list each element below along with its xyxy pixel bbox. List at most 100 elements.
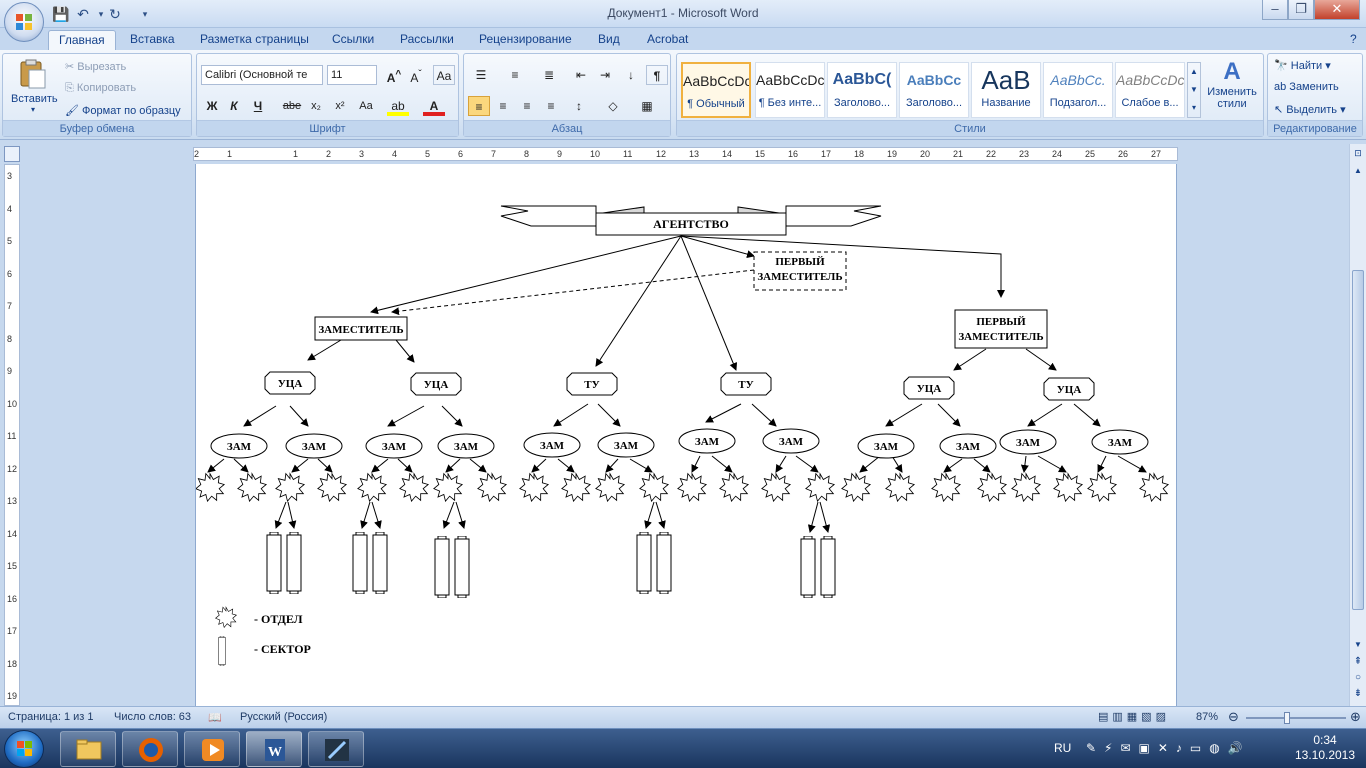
zoom-in-icon[interactable]: ⊕: [1350, 709, 1361, 725]
scroll-thumb[interactable]: [1352, 270, 1364, 610]
horizontal-ruler[interactable]: 2 1 1 2 3 4 5 6 7 8 9 10 11 12 13 14 15 16 17 18 19 20 21 22 23 2…: [193, 147, 1178, 161]
connector-lines: [207, 235, 1147, 533]
grow-font-icon[interactable]: A^: [383, 65, 405, 85]
font-size-input[interactable]: 11: [327, 65, 377, 85]
browse-object-icon[interactable]: ○: [1351, 672, 1365, 686]
highlight-icon[interactable]: ab: [387, 96, 409, 116]
style-normal[interactable]: AaBbCcDc ¶ Обычный: [681, 62, 751, 118]
zoom-out-icon[interactable]: ⊖: [1228, 709, 1239, 725]
language-status[interactable]: Русский (Россия): [240, 711, 327, 723]
ribbon-tabs: Главная Вставка Разметка страницы Ссылки…: [0, 28, 1366, 50]
drawing-app[interactable]: [308, 731, 364, 767]
copy-icon: ⎘: [65, 82, 77, 94]
word-count[interactable]: Число слов: 63: [114, 711, 191, 723]
multilevel-list-icon[interactable]: ≣: [538, 65, 560, 85]
zoom-level[interactable]: 87%: [1196, 711, 1218, 723]
minimize-button[interactable]: –: [1262, 0, 1288, 20]
show-marks-button[interactable]: ¶: [646, 65, 668, 85]
bold-button[interactable]: Ж: [201, 96, 223, 116]
document-page[interactable]: АГЕНТСТВО ПЕРВЫЙ ЗАМЕСТИТЕЛЬ ЗАМЕСТИТЕЛЬ…: [195, 164, 1177, 706]
underline-button[interactable]: Ч: [247, 96, 269, 116]
cursor-icon: ↖: [1274, 104, 1287, 116]
style-heading-2[interactable]: AaBbCc Заголово...: [899, 62, 969, 118]
tab-review[interactable]: Рецензирование: [469, 30, 582, 50]
clear-formatting-icon[interactable]: Aa: [433, 65, 455, 85]
tab-page-layout[interactable]: Разметка страницы: [190, 30, 319, 50]
replace-button[interactable]: ab Заменить: [1274, 81, 1339, 93]
clock[interactable]: 0:34 13.10.2013: [1288, 733, 1362, 763]
department-shapes: [195, 473, 1169, 502]
tab-mailings[interactable]: Рассылки: [390, 30, 464, 50]
scroll-up-icon[interactable]: ▲: [1351, 166, 1365, 180]
uca-box: УЦА: [264, 371, 316, 395]
tab-acrobat[interactable]: Acrobat: [637, 30, 698, 50]
ruler-toggle-icon[interactable]: ⊡: [1351, 148, 1365, 162]
font-name-input[interactable]: Calibri (Основной те: [201, 65, 323, 85]
style-title[interactable]: AaB Название: [971, 62, 1041, 118]
shading-icon[interactable]: ◇: [602, 96, 624, 116]
cut-button[interactable]: ✂ Вырезать: [65, 60, 126, 73]
ruler-tick-label: 12: [656, 149, 667, 159]
align-center-icon[interactable]: ≡: [492, 96, 514, 116]
style-heading-1[interactable]: AaBbC( Заголово...: [827, 62, 897, 118]
previous-page-icon[interactable]: ⇞: [1351, 656, 1365, 670]
copy-button[interactable]: ⎘ Копировать: [65, 82, 136, 95]
font-color-icon[interactable]: A: [423, 96, 445, 116]
strikethrough-button[interactable]: abe: [281, 96, 303, 116]
style-no-spacing[interactable]: AaBbCcDc ¶ Без инте...: [755, 62, 825, 118]
change-styles-button[interactable]: A Изменить стили: [1203, 58, 1261, 120]
view-buttons-icon[interactable]: ▤▥▦▧▨: [1098, 710, 1170, 723]
subscript-button[interactable]: x₂: [305, 96, 327, 116]
bullets-icon[interactable]: ☰: [470, 65, 492, 85]
vertical-scrollbar[interactable]: ⊡ ▲ ▼ ⇞ ○ ⇟: [1349, 144, 1366, 706]
sort-icon[interactable]: ↓: [620, 65, 642, 85]
paste-button[interactable]: Вставить ▾: [11, 58, 58, 116]
language-indicator[interactable]: RU: [1054, 741, 1071, 755]
superscript-button[interactable]: x²: [329, 96, 351, 116]
tray-icons[interactable]: ✎⚡✉▣✕♪▭◍🔊: [1086, 741, 1251, 755]
help-icon[interactable]: ?: [1350, 32, 1357, 46]
tab-selector[interactable]: [4, 146, 20, 162]
format-painter-button[interactable]: 🖌 Формат по образцу: [65, 104, 181, 117]
style-subtle-emphasis[interactable]: AaBbCcDc Слабое в...: [1115, 62, 1185, 118]
tab-home[interactable]: Главная: [48, 30, 116, 50]
find-button[interactable]: 🔭 Найти ▾: [1274, 59, 1331, 72]
justify-icon[interactable]: ≡: [540, 96, 562, 116]
page-count[interactable]: Страница: 1 из 1: [8, 711, 94, 723]
vertical-ruler[interactable]: 3 4 5 6 7 8 9 10 11 12 13 14 15 16 17 18 19: [4, 164, 20, 706]
numbering-icon[interactable]: ≡: [504, 65, 526, 85]
office-button[interactable]: [4, 2, 44, 42]
ruler-ticks: 3 4 5 6 7 8 9 10 11 12 13 14 15 16 17 18 19: [5, 165, 19, 705]
explorer-app[interactable]: [60, 731, 116, 767]
media-player-app[interactable]: [184, 731, 240, 767]
style-name: Заголово...: [833, 97, 891, 109]
scroll-down-icon[interactable]: ▼: [1351, 640, 1365, 654]
department-icon: [931, 473, 961, 502]
select-button[interactable]: ↖ Выделить ▾: [1274, 103, 1346, 116]
proofing-icon[interactable]: 📖: [208, 711, 222, 724]
style-preview: AaBbCcDc: [1116, 72, 1184, 88]
zoom-slider[interactable]: [1246, 712, 1346, 724]
tab-insert[interactable]: Вставка: [120, 30, 185, 50]
increase-indent-icon[interactable]: ⇥: [594, 65, 616, 85]
close-button[interactable]: ✕: [1314, 0, 1360, 20]
borders-icon[interactable]: ▦: [636, 96, 658, 116]
line-spacing-icon[interactable]: ↕: [568, 96, 590, 116]
tab-view[interactable]: Вид: [588, 30, 630, 50]
restore-button[interactable]: ❐: [1288, 0, 1314, 20]
tab-references[interactable]: Ссылки: [322, 30, 384, 50]
word-app[interactable]: W: [246, 731, 302, 767]
firefox-app[interactable]: [122, 731, 178, 767]
decrease-indent-icon[interactable]: ⇤: [570, 65, 592, 85]
ruler-bar: 2 1 1 2 3 4 5 6 7 8 9 10 11 12 13 14 15 16 17 18 19 20 21 22 23 2…: [0, 144, 1366, 164]
align-right-icon[interactable]: ≡: [516, 96, 538, 116]
next-page-icon[interactable]: ⇟: [1351, 688, 1365, 702]
shrink-font-icon[interactable]: Aˇ: [405, 65, 427, 85]
italic-button[interactable]: К: [223, 96, 245, 116]
start-button[interactable]: [4, 730, 44, 768]
align-left-icon[interactable]: ≡: [468, 96, 490, 116]
styles-scroll[interactable]: ▲ ▼ ▾: [1187, 62, 1201, 118]
change-case-button[interactable]: Aa: [355, 96, 377, 116]
style-subtitle[interactable]: AaBbCc. Подзагол...: [1043, 62, 1113, 118]
zoom-slider-thumb[interactable]: [1284, 712, 1290, 724]
